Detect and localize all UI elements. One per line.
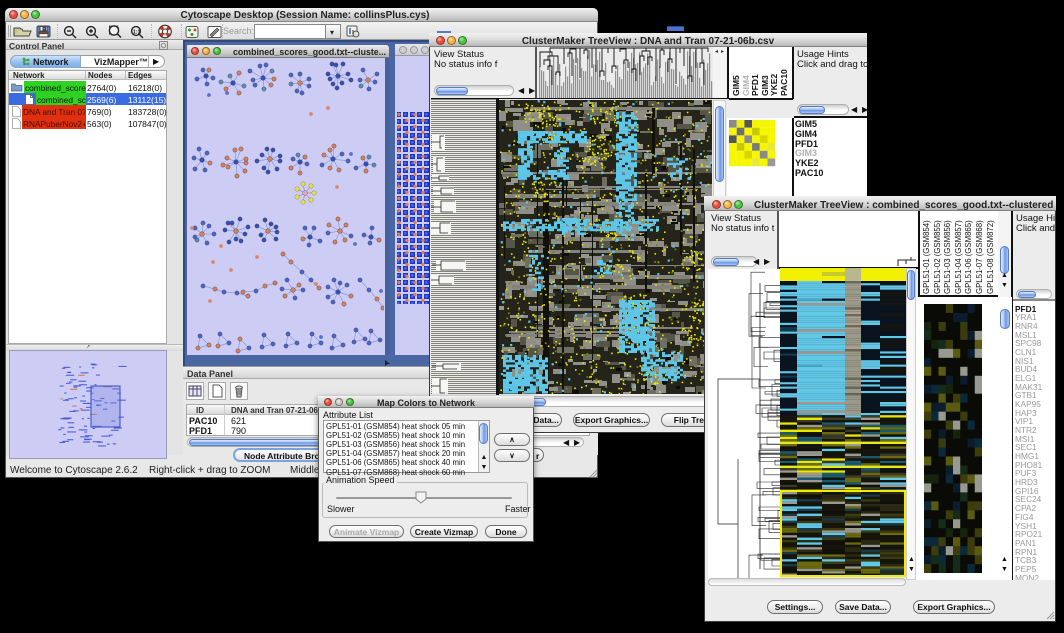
svg-text:1:1: 1:1 bbox=[133, 30, 140, 36]
